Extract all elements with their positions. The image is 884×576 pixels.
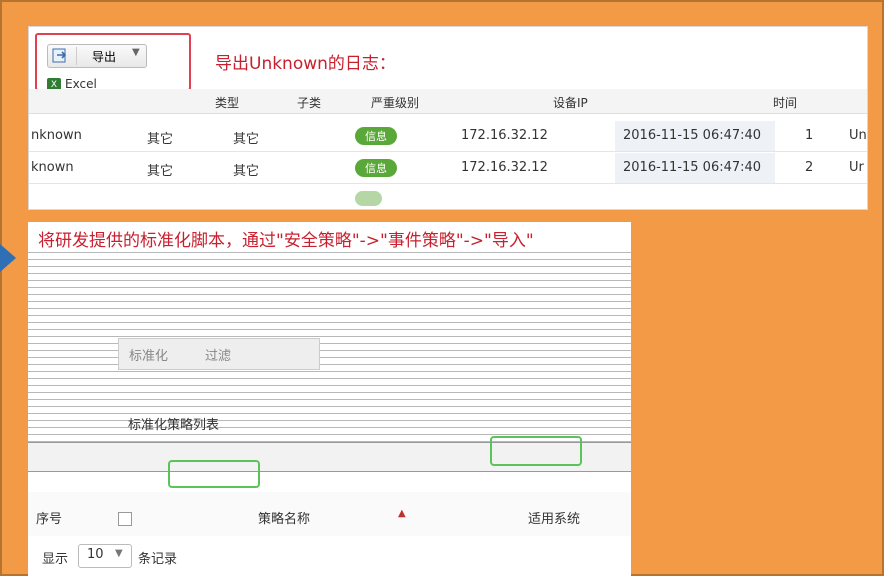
import-policy-panel: 将研发提供的标准化脚本，通过"安全策略"->"事件策略"->"导入" 标准化 过… xyxy=(28,222,631,576)
column-header-level[interactable]: 严重级别 xyxy=(371,94,419,111)
select-all-checkbox[interactable] xyxy=(118,512,132,526)
cell-type: 其它 xyxy=(147,164,174,179)
tab-standardize[interactable]: 标准化 xyxy=(129,345,168,364)
page-size-select[interactable]: 10 ▼ xyxy=(78,544,132,568)
cell-name: known xyxy=(31,160,74,175)
arrow-icon xyxy=(0,244,16,272)
cell-subtype: 其它 xyxy=(233,132,260,147)
cell-tail: Ur xyxy=(849,160,864,175)
column-header-system[interactable]: 适用系统 xyxy=(528,508,580,527)
export-log-panel: 导出 ▼ X Excel 导出Unknown的日志： 类型 子类 严重级别 设备I… xyxy=(28,26,868,210)
tab-filter[interactable]: 过滤 xyxy=(205,345,231,364)
cell-ip: 172.16.32.12 xyxy=(461,128,548,143)
status-badge-partial xyxy=(355,191,382,206)
column-header-policy-name[interactable]: 策略名称 xyxy=(258,508,310,527)
column-header-index[interactable]: 序号 xyxy=(36,508,62,527)
button-separator xyxy=(76,47,77,65)
column-header-time[interactable]: 时间 xyxy=(773,94,797,111)
cell-time: 2016-11-15 06:47:40 xyxy=(623,128,762,143)
cell-subtype: 其它 xyxy=(233,164,260,179)
policy-list-title: 标准化策略列表 xyxy=(128,418,220,433)
table-row[interactable]: nknown 其它 其它 信息 172.16.32.12 2016-11-15 … xyxy=(29,121,867,152)
records-label: 条记录 xyxy=(138,552,178,567)
sort-up-icon[interactable]: ▲ xyxy=(398,508,406,519)
export-button-label: 导出 xyxy=(92,50,117,64)
cell-time: 2016-11-15 06:47:40 xyxy=(623,160,762,175)
cell-name: nknown xyxy=(31,128,82,143)
policy-table-header: 序号 策略名称 ▲ 适用系统 xyxy=(28,492,631,537)
table-row[interactable]: known 其它 其它 信息 172.16.32.12 2016-11-15 0… xyxy=(29,153,867,184)
chevron-down-icon[interactable]: ▼ xyxy=(132,47,140,58)
cell-ip: 172.16.32.12 xyxy=(461,160,548,175)
column-header-subtype[interactable]: 子类 xyxy=(297,94,321,111)
status-badge: 信息 xyxy=(355,127,397,145)
column-header-device-ip[interactable]: 设备IP xyxy=(553,94,588,111)
export-button[interactable]: 导出 ▼ xyxy=(47,44,147,68)
export-highlight-box: 导出 ▼ X Excel xyxy=(35,33,191,92)
import-highlight-box xyxy=(490,436,582,466)
table-header: 类型 子类 严重级别 设备IP 时间 xyxy=(29,89,867,114)
export-caption: 导出Unknown的日志： xyxy=(215,54,396,74)
cell-type: 其它 xyxy=(147,132,174,147)
column-header-type[interactable]: 类型 xyxy=(215,94,239,111)
policy-tabs: 标准化 过滤 xyxy=(118,338,320,370)
tab-highlight-box xyxy=(168,460,260,488)
status-badge: 信息 xyxy=(355,159,397,177)
show-label: 显示 xyxy=(42,552,69,567)
table-row[interactable] xyxy=(29,185,867,209)
cell-num: 2 xyxy=(805,160,814,175)
pagination-footer: 显示 10 ▼ 条记录 xyxy=(28,536,631,576)
chevron-down-icon: ▼ xyxy=(115,548,123,559)
export-icon xyxy=(52,48,67,63)
page-size-value: 10 xyxy=(87,547,104,562)
cell-num: 1 xyxy=(805,128,814,143)
import-caption: 将研发提供的标准化脚本，通过"安全策略"->"事件策略"->"导入" xyxy=(38,231,534,251)
cell-tail: Un xyxy=(849,128,867,143)
